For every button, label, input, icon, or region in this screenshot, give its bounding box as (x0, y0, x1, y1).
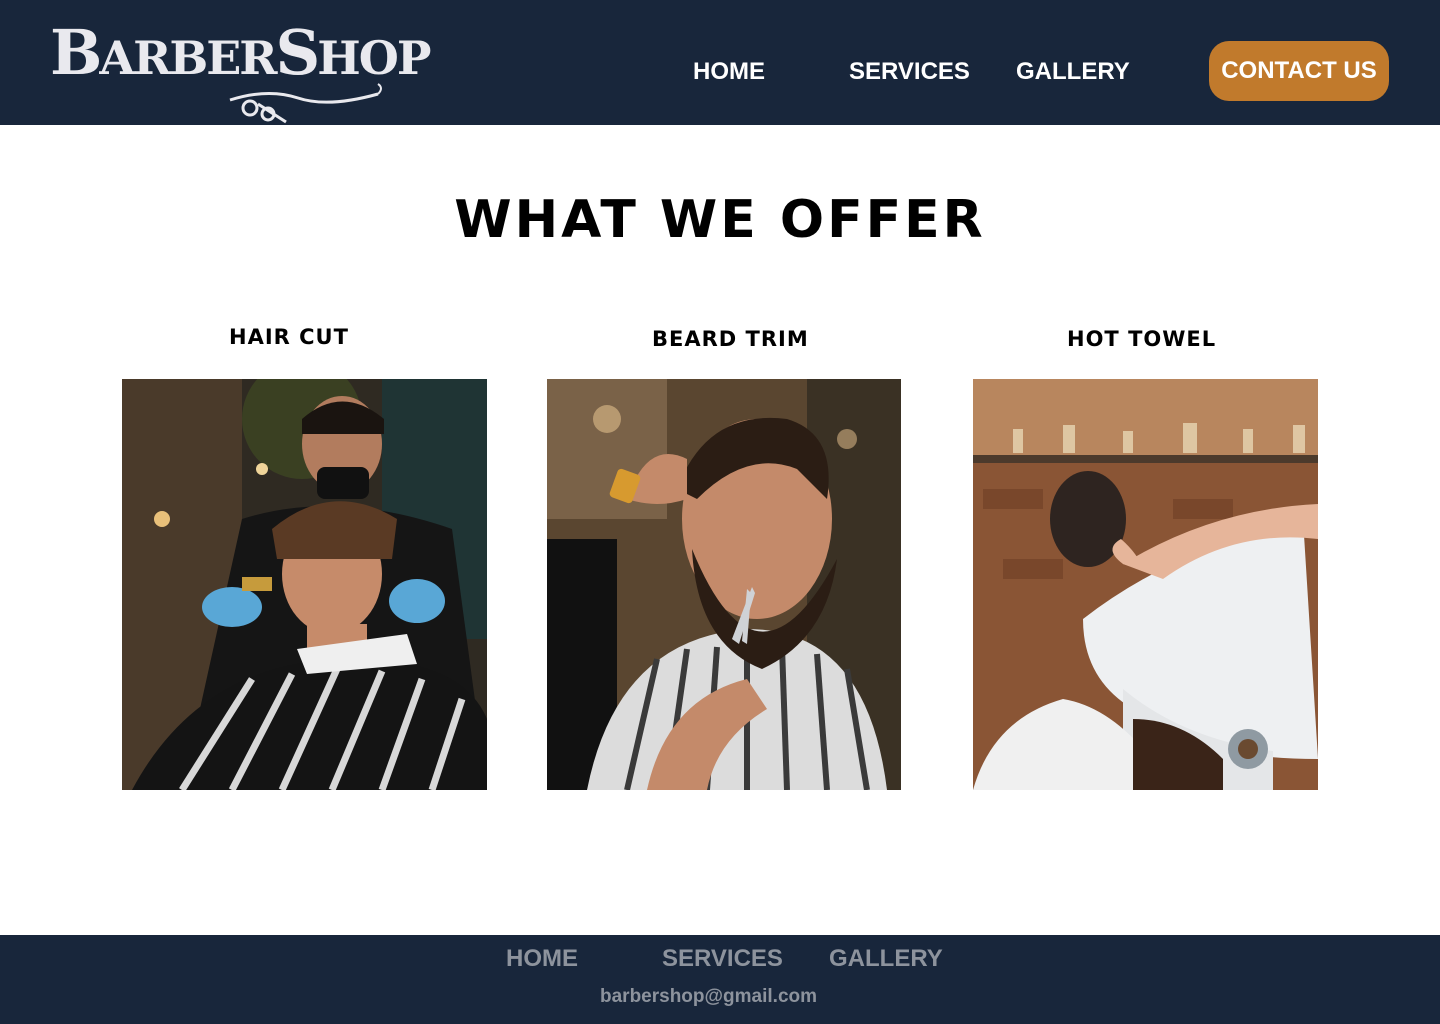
contact-us-button[interactable]: CONTACT US (1209, 41, 1389, 101)
footer-home-link[interactable]: HOME (506, 945, 578, 973)
service-title-hot-towel: HOT TOWEL (1067, 327, 1217, 351)
service-title-hair-cut: HAIR CUT (229, 325, 349, 349)
scissors-icon (229, 83, 382, 124)
page-title: WHAT WE OFFER (454, 190, 986, 250)
beard-trim-photo (547, 379, 901, 790)
footer-email[interactable]: barbershop@gmail.com (600, 986, 817, 1008)
hot-towel-photo (973, 379, 1318, 790)
footer-services-link[interactable]: SERVICES (662, 945, 783, 973)
nav-home-link[interactable]: HOME (693, 58, 765, 86)
barbershop-logo[interactable]: BARBERSHOP (50, 22, 431, 126)
nav-services-link[interactable]: SERVICES (849, 58, 970, 86)
site-footer: HOME SERVICES GALLERY barbershop@gmail.c… (0, 935, 1440, 1024)
service-title-beard-trim: BEARD TRIM (652, 327, 809, 351)
site-header: BARBERSHOP HOME SERVICES GALLERY CONTACT… (0, 0, 1440, 125)
haircut-photo (122, 379, 487, 790)
footer-gallery-link[interactable]: GALLERY (829, 945, 943, 973)
nav-gallery-link[interactable]: GALLERY (1016, 58, 1130, 86)
